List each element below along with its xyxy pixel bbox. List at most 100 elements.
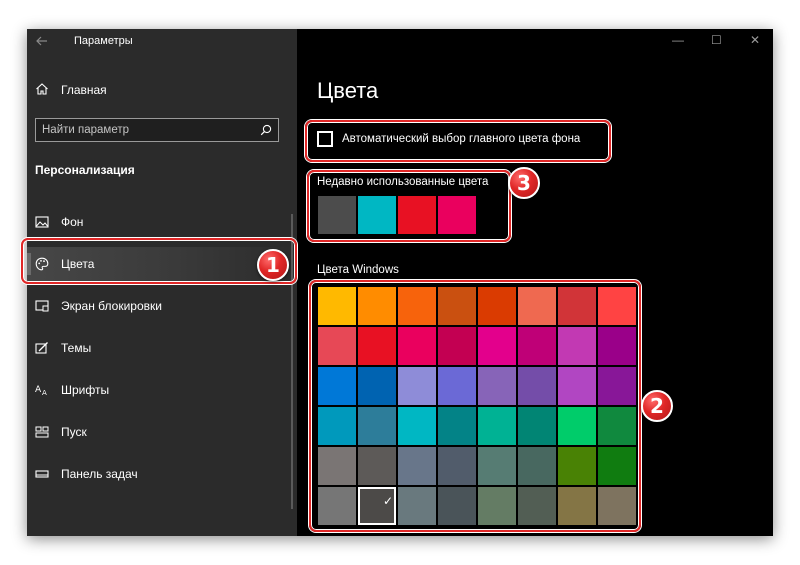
- annotation-badge-2: 2: [641, 390, 673, 422]
- color-swatch[interactable]: [598, 447, 636, 485]
- sidebar-item-label: Пуск: [61, 425, 87, 439]
- color-swatch[interactable]: [318, 447, 356, 485]
- recent-color-swatch[interactable]: [398, 196, 436, 234]
- color-swatch[interactable]: [398, 487, 436, 525]
- recent-color-swatch[interactable]: [438, 196, 476, 234]
- sidebar-scrollbar[interactable]: [291, 214, 293, 509]
- app-title: Параметры: [74, 35, 133, 47]
- annotation-badge-3: 3: [508, 167, 540, 199]
- checkmark-icon: ✓: [383, 494, 394, 508]
- color-swatch[interactable]: [518, 367, 556, 405]
- picture-icon: [35, 216, 49, 228]
- color-swatch[interactable]: [558, 367, 596, 405]
- color-swatch[interactable]: [598, 407, 636, 445]
- color-swatch[interactable]: [518, 447, 556, 485]
- color-swatch[interactable]: [598, 287, 636, 325]
- color-swatch[interactable]: [398, 327, 436, 365]
- color-swatch[interactable]: [398, 287, 436, 325]
- color-swatch[interactable]: [438, 367, 476, 405]
- sidebar-item-label: Панель задач: [61, 467, 138, 481]
- selection-indicator: [27, 253, 31, 275]
- color-swatch[interactable]: [478, 327, 516, 365]
- section-title: Персонализация: [35, 163, 135, 177]
- sidebar-item-label: Цвета: [61, 257, 95, 271]
- color-swatch[interactable]: [518, 287, 556, 325]
- themes-icon: [35, 342, 48, 354]
- home-icon: [36, 83, 48, 95]
- recent-colors-label: Недавно использованные цвета: [317, 176, 489, 188]
- sidebar-item-taskbar[interactable]: Панель задач: [27, 457, 297, 491]
- search-box[interactable]: [35, 118, 279, 142]
- color-swatch[interactable]: [478, 287, 516, 325]
- color-swatch[interactable]: [438, 487, 476, 525]
- color-swatch[interactable]: [358, 287, 396, 325]
- sidebar: Параметры Главная Персонализация Фон: [27, 29, 297, 536]
- back-arrow-icon[interactable]: [35, 34, 49, 48]
- sidebar-item-label: Шрифты: [61, 383, 110, 397]
- sidebar-item-label: Фон: [61, 215, 84, 229]
- close-button[interactable]: ✕: [750, 33, 760, 47]
- lock-screen-icon: [35, 300, 49, 312]
- svg-text:A: A: [42, 389, 47, 397]
- auto-color-checkbox[interactable]: [317, 131, 333, 147]
- color-swatch[interactable]: [518, 487, 556, 525]
- recent-color-swatch[interactable]: [318, 196, 356, 234]
- color-swatch[interactable]: [318, 327, 356, 365]
- color-swatch[interactable]: [358, 327, 396, 365]
- color-swatch[interactable]: [478, 407, 516, 445]
- color-swatch[interactable]: [558, 487, 596, 525]
- color-swatch[interactable]: [358, 407, 396, 445]
- nav-home-label: Главная: [61, 83, 107, 97]
- color-swatch[interactable]: [438, 327, 476, 365]
- color-swatch[interactable]: [558, 327, 596, 365]
- color-swatch[interactable]: [398, 447, 436, 485]
- color-swatch[interactable]: [518, 327, 556, 365]
- sidebar-item-label: Экран блокировки: [61, 299, 162, 313]
- minimize-button[interactable]: —: [672, 33, 684, 47]
- start-icon: [35, 426, 49, 438]
- svg-text:A: A: [35, 385, 42, 395]
- color-swatch[interactable]: [318, 487, 356, 525]
- color-swatch[interactable]: [438, 287, 476, 325]
- color-swatch[interactable]: [438, 447, 476, 485]
- color-swatch[interactable]: [478, 487, 516, 525]
- color-swatch[interactable]: [358, 447, 396, 485]
- maximize-button[interactable]: ☐: [711, 33, 722, 47]
- color-swatch[interactable]: [558, 447, 596, 485]
- color-swatch[interactable]: [318, 287, 356, 325]
- color-swatch[interactable]: [558, 407, 596, 445]
- color-swatch[interactable]: [598, 487, 636, 525]
- color-swatch[interactable]: [438, 407, 476, 445]
- color-swatch[interactable]: ✓: [358, 487, 396, 525]
- color-swatch[interactable]: [398, 367, 436, 405]
- fonts-icon: A A: [35, 385, 47, 397]
- sidebar-item-label: Темы: [61, 341, 92, 355]
- color-swatch[interactable]: [358, 367, 396, 405]
- sidebar-item-lock-screen[interactable]: Экран блокировки: [27, 289, 297, 323]
- color-swatch[interactable]: [318, 367, 356, 405]
- color-swatch[interactable]: [518, 407, 556, 445]
- selected-corner: [360, 489, 374, 503]
- color-swatch[interactable]: [318, 407, 356, 445]
- color-swatch[interactable]: [598, 367, 636, 405]
- color-swatch[interactable]: [398, 407, 436, 445]
- sidebar-item-themes[interactable]: Темы: [27, 331, 297, 365]
- recent-color-swatch[interactable]: [358, 196, 396, 234]
- search-input[interactable]: [42, 122, 252, 138]
- color-swatch[interactable]: [558, 287, 596, 325]
- sidebar-item-start[interactable]: Пуск: [27, 415, 297, 449]
- palette-icon: [35, 257, 49, 271]
- annotation-badge-1: 1: [257, 249, 289, 281]
- settings-window: Параметры Главная Персонализация Фон: [27, 29, 773, 536]
- color-swatch[interactable]: [478, 367, 516, 405]
- color-swatch[interactable]: [478, 447, 516, 485]
- page-title: Цвета: [317, 78, 379, 103]
- search-icon[interactable]: [260, 124, 272, 136]
- taskbar-icon: [35, 470, 49, 478]
- sidebar-item-background[interactable]: Фон: [27, 205, 297, 239]
- nav-home[interactable]: Главная: [27, 79, 297, 101]
- sidebar-item-fonts[interactable]: A A Шрифты: [27, 373, 297, 407]
- windows-colors-label: Цвета Windows: [317, 264, 399, 276]
- content-pane: — ☐ ✕ Цвета Автоматический выбор главног…: [297, 29, 773, 536]
- color-swatch[interactable]: [598, 327, 636, 365]
